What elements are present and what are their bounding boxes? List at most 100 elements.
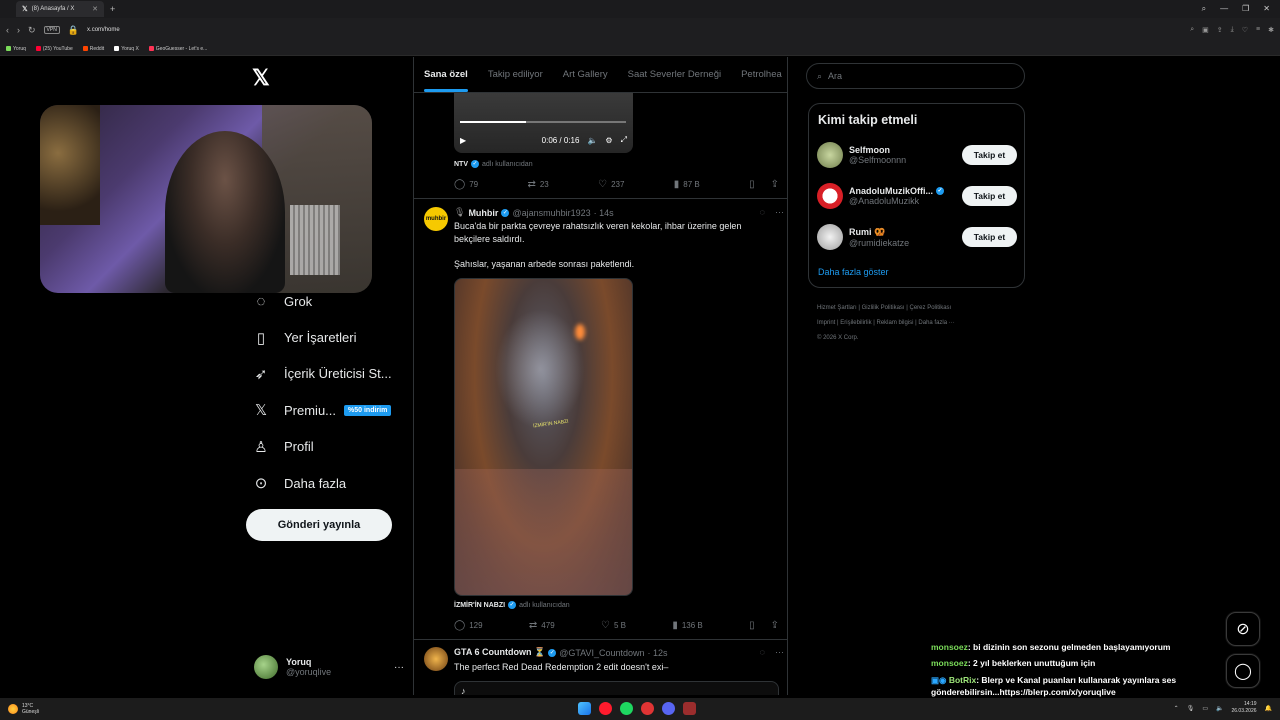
sidebar-item-i-erik-reticisi-st-[interactable]: ➶ İçerik Üreticisi St... [252, 356, 412, 392]
bookmark-item[interactable]: Yoruq [6, 46, 26, 52]
post-handle[interactable]: @GTAVI_Countdown [559, 648, 644, 658]
app-icon[interactable] [641, 702, 654, 715]
video-progress-bar[interactable] [460, 121, 626, 123]
settings-icon[interactable]: ⚙ [605, 136, 612, 145]
post-author[interactable]: GTA 6 Countdown ⏳ [454, 647, 545, 658]
reply-button[interactable]: ◯ 129 [454, 620, 483, 631]
mic-icon[interactable]: 🎙 [1187, 705, 1195, 712]
follow-button[interactable]: Takip et [962, 186, 1017, 206]
notifications-icon[interactable]: 🔔 [1265, 705, 1272, 712]
footer-link[interactable]: Gizlilik Politikası [862, 305, 905, 311]
weather-widget[interactable]: 13°C Güneşli [0, 703, 39, 715]
grok-float-button[interactable]: ⊘ [1226, 612, 1260, 646]
avatar[interactable] [817, 183, 843, 209]
new-tab-icon[interactable]: + [110, 4, 115, 14]
timeline-tab[interactable]: Sana özel [424, 69, 468, 92]
post-handle[interactable]: @ajansmuhbir1923 [512, 208, 590, 218]
share-icon[interactable]: ⇪ [771, 179, 779, 190]
post-author[interactable]: Muhbir [468, 208, 498, 218]
show-more-link[interactable]: Daha fazla göster [818, 267, 889, 277]
grok-icon[interactable]: ◌ [760, 207, 765, 217]
search-tabs-icon[interactable]: ⌕ [1202, 4, 1206, 14]
screenshot-icon[interactable]: ▣ [1202, 26, 1209, 34]
chevron-up-icon[interactable]: ⌃ [1174, 705, 1179, 712]
timeline-tab[interactable]: Petrolhea [741, 69, 782, 80]
avatar[interactable]: muhbir [424, 207, 448, 231]
play-icon[interactable]: ▶ [460, 136, 466, 145]
bookmark-item[interactable]: (25) YouTube [35, 46, 73, 52]
grok-icon[interactable]: ◌ [760, 647, 765, 657]
search-icon[interactable]: ⌕ [1190, 26, 1194, 34]
like-button[interactable]: ♡ 5 B [601, 620, 626, 631]
clock[interactable]: 14:19 26.03.2026 [1231, 701, 1256, 715]
search-input[interactable]: ⌕ Ara [806, 63, 1025, 89]
sidebar-item-profil[interactable]: ♙ Profil [252, 429, 412, 465]
download-icon[interactable]: ⤓ [1231, 26, 1234, 34]
bookmark-item[interactable]: Reddit [82, 46, 104, 52]
avatar[interactable] [817, 224, 843, 250]
views-button[interactable]: ▮ 87 B [674, 179, 700, 190]
bookmark-item[interactable]: Yoruq X [114, 46, 139, 52]
opera-icon[interactable] [599, 702, 612, 715]
post-media[interactable]: ♪ [454, 681, 779, 695]
bookmark-item[interactable]: GeoGuesser - Let's e... [148, 46, 207, 52]
app-icon[interactable] [683, 702, 696, 715]
follow-button[interactable]: Takip et [962, 145, 1017, 165]
bookmark-button[interactable]: ▯ ⇪ [749, 179, 779, 190]
more-icon[interactable]: ··· [775, 207, 784, 217]
follow-suggestion[interactable]: Selfmoon @Selfmoonnn Takip et [817, 142, 1017, 168]
more-icon[interactable]: ··· [394, 662, 404, 673]
extensions-icon[interactable]: ✱ [1268, 26, 1274, 34]
maximize-icon[interactable]: ❐ [1242, 4, 1249, 14]
more-icon[interactable]: ··· [775, 647, 784, 657]
video-player[interactable]: İZMİR'İN NABZI [454, 278, 633, 596]
close-window-icon[interactable]: ✕ [1263, 4, 1270, 14]
avatar[interactable] [817, 142, 843, 168]
share-icon[interactable]: ⇪ [771, 620, 779, 631]
timeline-tab[interactable]: Saat Severler Derneği [628, 69, 721, 80]
post-button[interactable]: Gönderi yayınla [246, 509, 392, 541]
bookmark-button[interactable]: ▯ ⇪ [749, 620, 779, 631]
back-icon[interactable]: ‹ [6, 25, 9, 35]
follow-suggestion[interactable]: AnadoluMuzikOffi... ✓ @AnadoluMuzikk Takip … [817, 183, 1017, 209]
account-switcher[interactable]: Yoruq @yoruqlive ··· [254, 653, 404, 681]
follow-suggestion[interactable]: Rumi 🥨 @rumidiekatze Takip et [817, 224, 1017, 250]
footer-link[interactable]: Erişilebilirlik [840, 320, 871, 326]
footer-link[interactable]: Çerez Politikası [910, 305, 952, 311]
volume-icon[interactable]: 🔈 [587, 136, 597, 145]
follow-button[interactable]: Takip et [962, 227, 1017, 247]
post-time[interactable]: · 12s [648, 648, 668, 658]
like-button[interactable]: ♡ 237 [598, 179, 624, 190]
close-tab-icon[interactable]: ✕ [92, 5, 98, 13]
x-logo-icon[interactable]: 𝕏 [252, 65, 270, 91]
video-player[interactable]: ▶ 0:06 / 0:16 🔈 ⚙ ⤢ [454, 93, 633, 153]
reload-icon[interactable]: ↻ [28, 25, 36, 36]
sidebar-item-daha-fazla[interactable]: ⊙ Daha fazla [252, 465, 412, 501]
start-icon[interactable] [578, 702, 591, 715]
discord-icon[interactable] [662, 702, 675, 715]
post-time[interactable]: · 14s [594, 208, 614, 218]
sidebar-item-yer-i-aretleri[interactable]: ▯ Yer İşaretleri [252, 319, 412, 355]
repost-button[interactable]: ⇄ 479 [529, 620, 555, 631]
vpn-badge[interactable]: VPN [43, 26, 60, 34]
timeline-tab[interactable]: Takip ediliyor [488, 69, 543, 80]
reply-button[interactable]: ◯ 79 [454, 179, 478, 190]
menu-icon[interactable]: ≡ [1256, 26, 1260, 34]
fullscreen-icon[interactable]: ⤢ [621, 135, 627, 145]
minimize-icon[interactable]: — [1220, 4, 1228, 14]
avatar[interactable] [424, 647, 448, 671]
url-field[interactable]: x.com/home [87, 27, 120, 33]
footer-link[interactable]: Daha fazla ··· [918, 320, 954, 326]
volume-icon[interactable]: 🔈 [1216, 705, 1223, 712]
footer-link[interactable]: Imprint [817, 320, 835, 326]
network-icon[interactable]: ▭ [1202, 705, 1208, 712]
repost-button[interactable]: ⇄ 23 [527, 179, 548, 190]
footer-link[interactable]: Hizmet Şartları [817, 305, 857, 311]
browser-tab[interactable]: 𝕏 (8) Anasayfa / X ✕ [16, 1, 104, 17]
share-icon[interactable]: ⇪ [1217, 26, 1223, 34]
sidebar-item-grok[interactable]: ◌ Grok [252, 283, 412, 319]
heart-icon[interactable]: ♡ [1242, 26, 1248, 34]
footer-link[interactable]: Reklam bilgisi [877, 320, 914, 326]
source-name[interactable]: NTV [454, 161, 468, 168]
timeline-tab[interactable]: Art Gallery [563, 69, 608, 80]
